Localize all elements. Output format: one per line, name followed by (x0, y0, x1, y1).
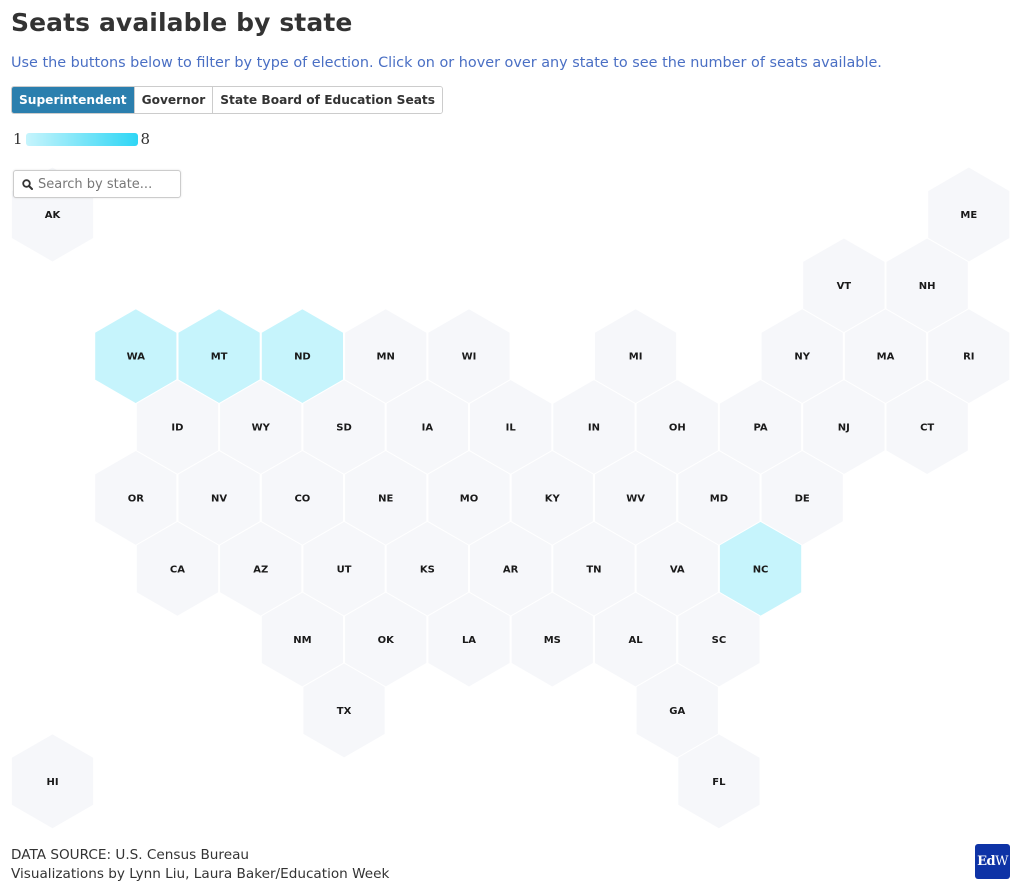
page-subtitle: Use the buttons below to filter by type … (11, 55, 882, 71)
filter-state-board-button[interactable]: State Board of Education Seats (213, 87, 443, 113)
hex-tile-map: AK MEVT NHWA MT ND MN WI MI NY MA RIID WY SD IA IL IN OH… (10, 166, 1011, 830)
filter-superintendent-button[interactable]: Superintendent (12, 87, 135, 113)
state-hex-hi[interactable]: HI (10, 733, 95, 830)
credits-note: Visualizations by Lynn Liu, Laura Baker/… (11, 866, 390, 882)
legend-max-label: 8 (140, 130, 151, 148)
legend-gradient-bar (25, 132, 138, 146)
election-type-filter: Superintendent Governor State Board of E… (11, 86, 444, 114)
state-search-box (13, 170, 181, 198)
search-icon (22, 178, 33, 190)
logo-text-ed: Ed (977, 854, 996, 869)
state-search-input[interactable] (38, 176, 168, 192)
color-legend: 1 8 (13, 130, 150, 148)
logo-text-w: W (995, 854, 1008, 869)
edweek-logo[interactable]: Ed W (975, 844, 1010, 879)
legend-min-label: 1 (13, 130, 23, 148)
page-title: Seats available by state (11, 8, 353, 37)
state-hex-shape[interactable] (10, 733, 95, 830)
data-source-note: DATA SOURCE: U.S. Census Bureau (11, 847, 250, 863)
footer: DATA SOURCE: U.S. Census Bureau Visualiz… (11, 846, 389, 884)
filter-governor-button[interactable]: Governor (134, 87, 214, 113)
